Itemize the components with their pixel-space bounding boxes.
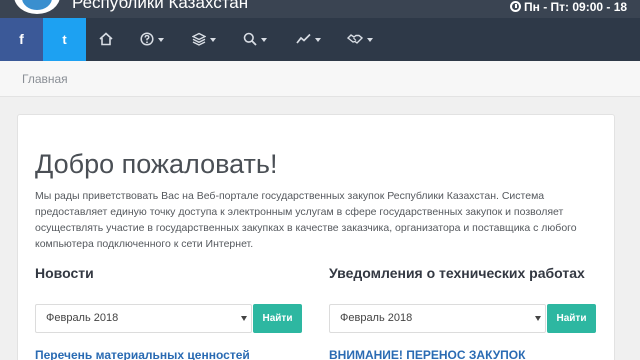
caret-down-icon bbox=[535, 316, 541, 321]
nav-layers[interactable] bbox=[191, 18, 216, 61]
chevron-down-icon bbox=[158, 38, 164, 42]
portal-title: Республики Казахстан bbox=[72, 0, 249, 12]
line-chart-icon bbox=[296, 33, 311, 44]
working-hours-text: Пн - Пт: 09:00 - 18 bbox=[524, 0, 628, 14]
question-icon bbox=[140, 32, 154, 46]
home-icon bbox=[99, 32, 113, 46]
breadcrumb-home[interactable]: Главная bbox=[22, 72, 68, 86]
nav-search[interactable] bbox=[243, 18, 267, 61]
chevron-down-icon bbox=[315, 38, 321, 42]
nav-help[interactable] bbox=[140, 18, 164, 61]
breadcrumb: Главная bbox=[0, 61, 640, 97]
news-month-value: Февраль 2018 bbox=[46, 312, 119, 324]
twitter-button[interactable]: t bbox=[43, 18, 86, 61]
news-find-button[interactable]: Найти bbox=[253, 304, 302, 333]
layers-icon bbox=[191, 32, 207, 46]
maintenance-title: Уведомления о технических работах bbox=[329, 265, 585, 281]
nav-analytics[interactable] bbox=[296, 18, 321, 61]
chevron-down-icon bbox=[261, 38, 267, 42]
portal-logo[interactable] bbox=[14, 0, 60, 14]
maintenance-find-button[interactable]: Найти bbox=[547, 304, 596, 333]
page-title: Добро пожаловать! bbox=[35, 149, 278, 179]
welcome-panel: Добро пожаловать! Мы рады приветствовать… bbox=[17, 114, 615, 360]
nav-services[interactable] bbox=[346, 18, 373, 61]
maintenance-month-value: Февраль 2018 bbox=[340, 312, 413, 324]
chevron-down-icon bbox=[367, 38, 373, 42]
maintenance-link[interactable]: ВНИМАНИЕ! ПЕРЕНОС ЗАКУПОК bbox=[329, 348, 525, 360]
working-hours: Пн - Пт: 09:00 - 18 bbox=[510, 0, 627, 14]
chevron-down-icon bbox=[210, 38, 216, 42]
news-link[interactable]: Перечень материальных ценностей bbox=[35, 348, 250, 360]
main-navbar: f t bbox=[0, 18, 640, 61]
logo-emblem bbox=[22, 0, 52, 10]
maintenance-month-select[interactable]: Февраль 2018 bbox=[329, 304, 546, 333]
search-icon bbox=[243, 32, 257, 46]
facebook-button[interactable]: f bbox=[0, 18, 43, 61]
welcome-text: Мы рады приветствовать Вас на Веб-портал… bbox=[35, 190, 577, 250]
handshake-icon bbox=[346, 34, 364, 44]
top-header: Республики Казахстан Пн - Пт: 09:00 - 18 bbox=[0, 0, 640, 18]
nav-home[interactable] bbox=[99, 18, 113, 61]
caret-down-icon bbox=[241, 316, 247, 321]
news-month-select[interactable]: Февраль 2018 bbox=[35, 304, 252, 333]
clock-icon bbox=[510, 1, 521, 12]
news-title: Новости bbox=[35, 265, 94, 281]
